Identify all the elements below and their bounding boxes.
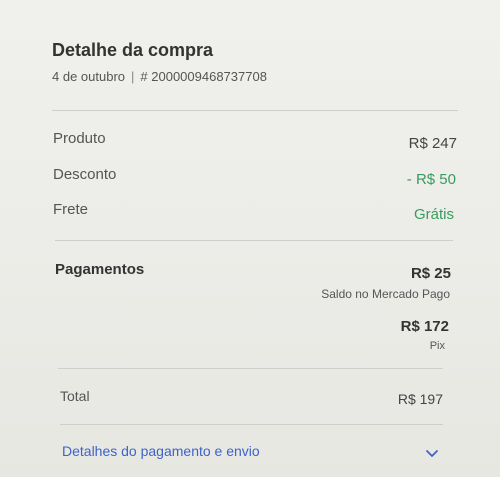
payment-method: Saldo no Mercado Pago xyxy=(321,287,450,301)
product-label: Produto xyxy=(53,130,106,147)
purchase-detail-card: Detalhe da compra 4 de outubro | # 2000009… xyxy=(0,0,500,477)
product-value: R$ 247 xyxy=(408,135,457,152)
payments-label: Pagamentos xyxy=(55,261,145,278)
shipping-value: Grátis xyxy=(413,206,454,223)
payment-shipping-details-link[interactable]: Detalhes do pagamento e envio xyxy=(62,443,260,459)
divider-top xyxy=(52,110,458,111)
order-number: # 2000009468737708 xyxy=(140,69,267,84)
total-label: Total xyxy=(60,388,90,404)
payment-amount: R$ 172 xyxy=(400,318,449,335)
divider-middle xyxy=(55,240,453,241)
divider-footer xyxy=(60,424,443,425)
order-date: 4 de outubro xyxy=(52,69,126,84)
meta-separator: | xyxy=(131,69,135,84)
discount-value: - R$ 50 xyxy=(406,171,456,188)
page-title: Detalhe da compra xyxy=(52,40,214,60)
shipping-label: Frete xyxy=(53,201,89,218)
discount-label: Desconto xyxy=(53,166,117,183)
total-value: R$ 197 xyxy=(397,391,443,407)
payment-method: Pix xyxy=(429,340,445,352)
order-meta: 4 de outubro | # 2000009468737708 xyxy=(52,69,267,84)
divider-bottom xyxy=(58,368,443,369)
chevron-down-icon[interactable] xyxy=(425,446,439,460)
payment-amount: R$ 25 xyxy=(410,265,451,282)
